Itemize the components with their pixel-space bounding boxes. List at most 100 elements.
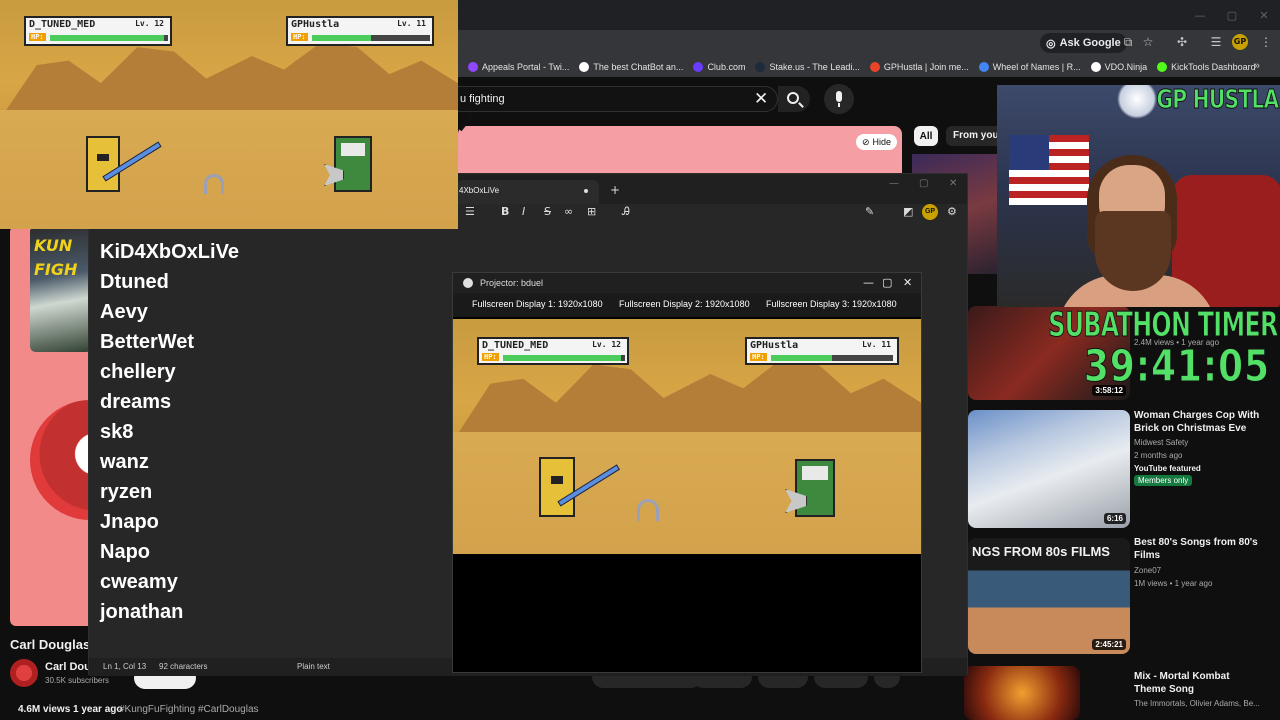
notepad-line: dreams <box>100 391 172 413</box>
feed-thumbnail-1[interactable]: 6:16 <box>968 410 1130 528</box>
minimize-icon[interactable]: — <box>1184 0 1216 30</box>
maximize-icon[interactable]: ▢ <box>1216 0 1248 30</box>
bookmark-item[interactable]: Stake.us - The Leadi... <box>755 62 860 72</box>
ask-google-button[interactable]: ◎ Ask Google <box>1040 33 1127 53</box>
new-tab-icon[interactable]: + <box>610 183 620 197</box>
voice-search-icon[interactable] <box>824 84 854 114</box>
projector-close-icon[interactable]: ✕ <box>903 276 912 289</box>
subathon-timer: 39:41:05 <box>1083 341 1270 393</box>
notepad-minimize-icon[interactable]: — <box>889 178 899 189</box>
view-count: 4.6M views 1 year ago <box>18 704 123 715</box>
notepad-line: Jnapo <box>100 511 159 533</box>
bookmark-item[interactable]: Club.com <box>693 62 745 72</box>
notepad-line: cweamy <box>100 571 178 593</box>
video-hashtags[interactable]: #KungFuFighting #CarlDouglas <box>119 704 259 715</box>
menu-kebab-icon[interactable]: ⋮ <box>1258 34 1274 50</box>
bookmark-label: Stake.us - The Leadi... <box>769 62 860 72</box>
bookmark-item[interactable]: Appeals Portal - Twi... <box>468 62 569 72</box>
text-format[interactable]: Plain text <box>297 662 330 671</box>
player1-hp-track <box>503 355 625 361</box>
projector-game-view: D_TUNED_MED Lv. 12 HP: GPHustla Lv. 11 H… <box>453 319 921 554</box>
player2-hp-fill <box>312 35 371 41</box>
bookmark-item[interactable]: Wheel of Names | R... <box>978 62 1081 72</box>
notepad-line: Napo <box>100 541 150 563</box>
knight-sprite <box>539 457 575 517</box>
bookmark-label: GPHustla | Join me... <box>883 62 969 72</box>
bookmark-favicon-icon <box>693 62 704 72</box>
player1-level: Lv. 12 <box>592 340 621 349</box>
clear-search-icon[interactable]: ✕ <box>754 89 768 109</box>
chip-all[interactable]: All <box>914 126 938 146</box>
bookmark-item[interactable]: VDO.Ninja <box>1090 62 1147 72</box>
italic-icon[interactable]: I <box>522 205 525 218</box>
feed-title-2[interactable]: Best 80's Songs from 80's Films <box>1134 536 1264 562</box>
bookmark-star-icon[interactable]: ☆ <box>1140 34 1156 50</box>
bookmark-item[interactable]: KickTools Dashboard <box>1157 62 1256 72</box>
player1-hp-fill <box>50 35 165 41</box>
duration-badge: 2:45:21 <box>1092 639 1126 650</box>
strikethrough-icon[interactable]: S <box>544 205 551 218</box>
clear-format-icon[interactable]: Ꭿ <box>622 205 630 219</box>
projector-minimize-icon[interactable]: — <box>863 276 874 289</box>
notepad-text-area[interactable]: KiD4XbOxLiVe Dtuned Aevy BetterWet chellery d… <box>100 237 239 627</box>
copilot-icon[interactable]: ✎ <box>865 205 874 218</box>
feed-channel-3[interactable]: The Immortals, Olivier Adams, Be... <box>1134 697 1260 710</box>
bookmark-favicon-icon <box>1090 62 1101 72</box>
player2-hp-track <box>312 35 430 41</box>
bookmark-item[interactable]: The best ChatBot an... <box>579 62 683 72</box>
subscriber-count: 30.5K subscribers <box>45 676 110 685</box>
webcam-name-label: GP HUSTLA <box>1155 85 1280 116</box>
player1-hp-fill <box>503 355 622 361</box>
link-icon[interactable]: ∞ <box>564 205 573 218</box>
notepad-line: KiD4XbOxLiVe <box>100 241 239 263</box>
bookmark-item[interactable]: GPHustla | Join me... <box>869 62 969 72</box>
bookmark-label: Appeals Portal - Twi... <box>482 62 570 72</box>
more-bookmarks-icon[interactable]: » <box>1254 60 1260 72</box>
profile-avatar[interactable]: GP <box>1232 34 1248 50</box>
close-icon[interactable]: ✕ <box>1248 0 1280 30</box>
eye-off-icon: ⊘ <box>862 136 870 147</box>
notepad-profile-avatar[interactable]: GP <box>922 204 938 220</box>
projector-maximize-icon[interactable]: ▢ <box>882 276 892 289</box>
channel-avatar[interactable] <box>10 659 38 687</box>
table-icon[interactable]: ⊞ <box>587 205 596 218</box>
extensions-icon[interactable]: ✣ <box>1174 34 1190 50</box>
feed-title-1[interactable]: Woman Charges Cop With Brick on Christma… <box>1134 409 1264 435</box>
projector-window: Projector: bduel — ▢ ✕ Fullscreen Displa… <box>452 272 922 673</box>
feed-title-3[interactable]: Mix - Mortal Kombat Theme Song <box>1134 670 1264 696</box>
yt-left-thumbnail[interactable]: KUN FIGH <box>30 226 92 352</box>
thumb-text: NGS FROM 80s FILMS <box>972 544 1110 559</box>
bold-icon[interactable]: B <box>501 205 509 218</box>
menu-fullscreen-display-2[interactable]: Fullscreen Display 2: 1920x1080 <box>619 299 750 309</box>
feed-channel-1[interactable]: Midwest Safety <box>1134 436 1188 449</box>
google-lens-icon: ◎ <box>1046 37 1056 50</box>
player2-hp-box: GPHustla Lv. 11 HP: <box>286 16 434 46</box>
list-icon[interactable]: ☰ <box>465 205 475 218</box>
feed-channel-2[interactable]: Zone07 <box>1134 564 1161 577</box>
orc-sprite <box>334 136 372 192</box>
projector-title: Projector: bduel <box>480 278 544 288</box>
feed-featured-1: YouTube featured <box>1134 464 1201 473</box>
bookmark-favicon-icon <box>869 62 880 72</box>
notepad-maximize-icon[interactable]: ▢ <box>919 178 928 189</box>
menu-fullscreen-display-1[interactable]: Fullscreen Display 1: 1920x1080 <box>472 299 603 309</box>
share-icon[interactable]: ◩ <box>903 205 913 218</box>
hide-banner-button[interactable]: ⊘ Hide <box>856 134 898 150</box>
bookmark-favicon-icon <box>468 62 478 72</box>
knight-sprite <box>86 136 120 192</box>
player2-level: Lv. 11 <box>862 340 891 349</box>
notepad-close-icon[interactable]: ✕ <box>949 178 957 189</box>
menu-fullscreen-display-3[interactable]: Fullscreen Display 3: 1920x1080 <box>766 299 897 309</box>
screenshot-icon[interactable]: ⧉ <box>1120 34 1136 50</box>
feed-thumbnail-3[interactable] <box>964 666 1080 720</box>
notepad-line: Dtuned <box>100 271 169 293</box>
settings-gear-icon[interactable]: ⚙ <box>947 205 957 218</box>
feed-thumbnail-2[interactable]: NGS FROM 80s FILMS 2:45:21 <box>968 538 1130 654</box>
desert-ground <box>0 109 458 229</box>
player1-hp-track <box>50 35 168 41</box>
feed-meta-1: 2 months ago <box>1134 451 1183 460</box>
player1-name: D_TUNED_MED <box>482 340 549 351</box>
subathon-label: SUBATHON TIMER <box>1048 305 1279 346</box>
reading-list-icon[interactable]: ☰ <box>1208 34 1224 50</box>
yt-search-input[interactable]: u fighting <box>460 93 505 105</box>
